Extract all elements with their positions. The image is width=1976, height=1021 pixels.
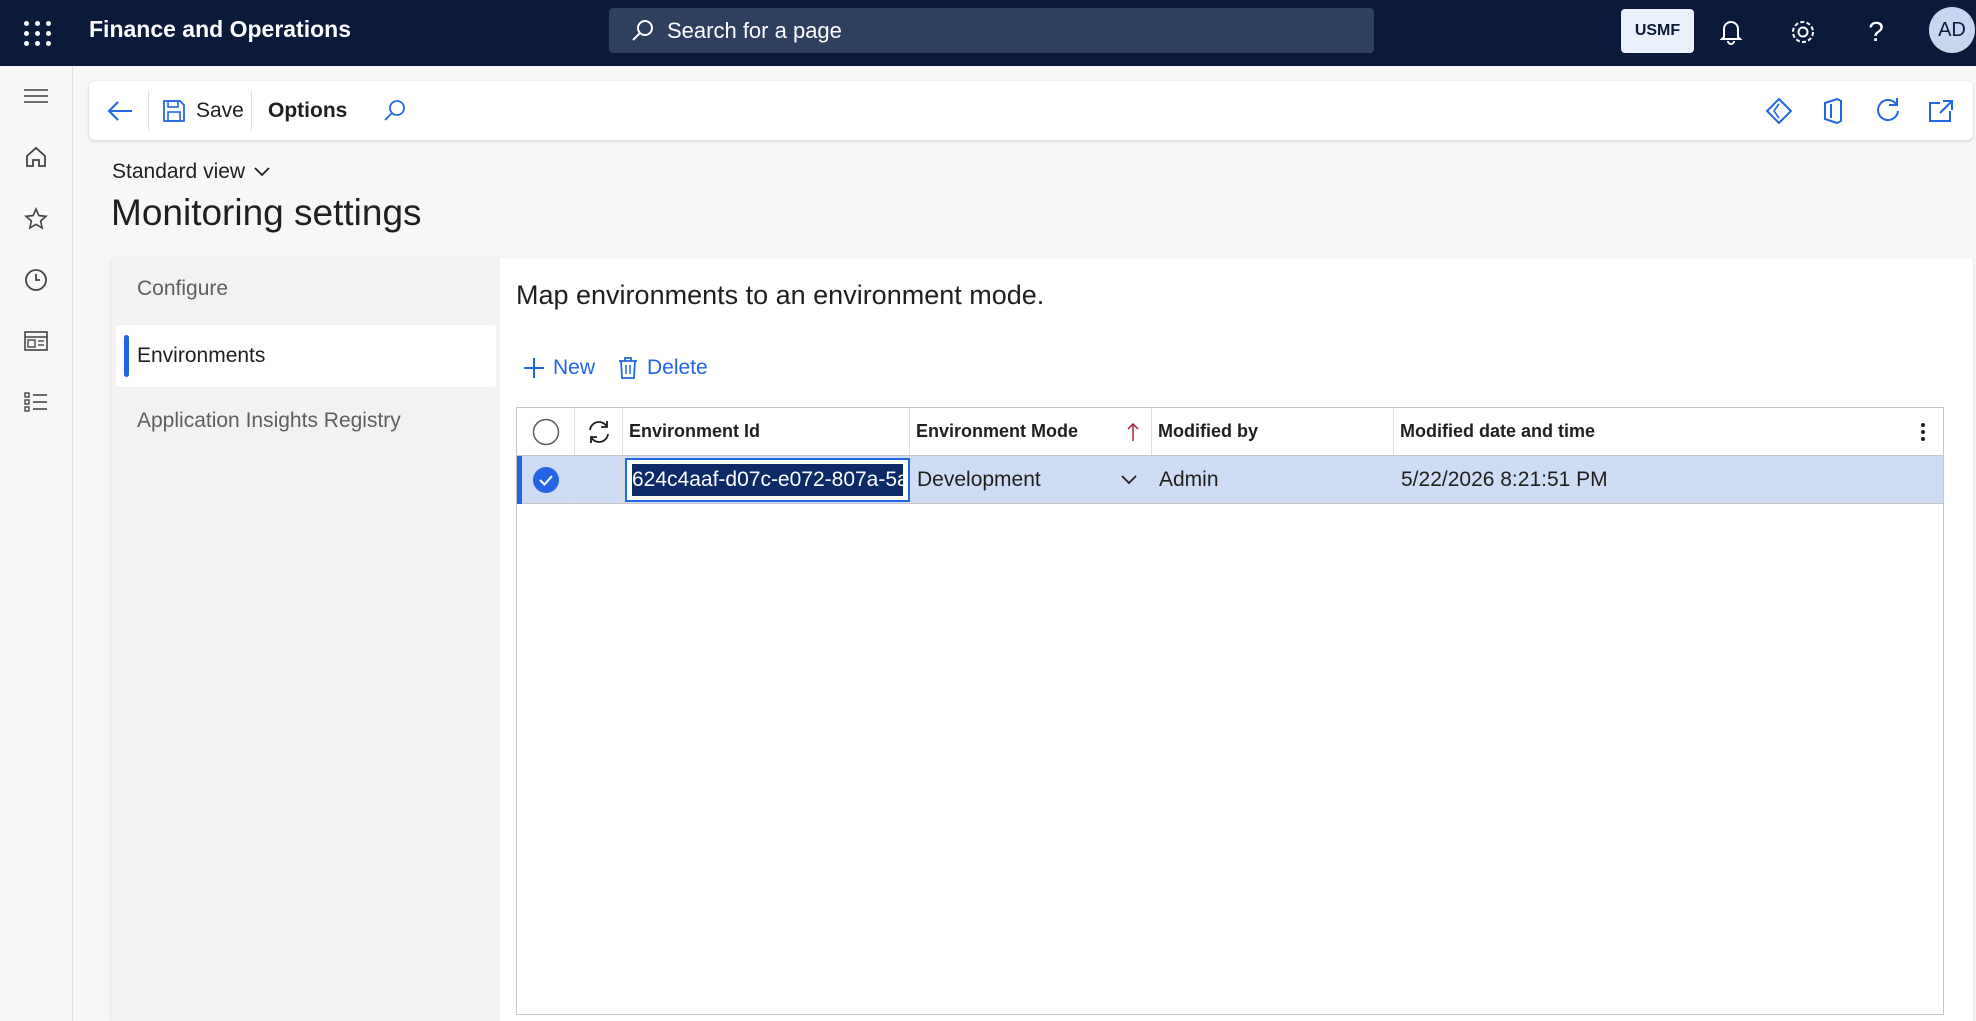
save-button[interactable]: Save	[162, 81, 244, 140]
bell-icon[interactable]	[1713, 14, 1749, 50]
chevron-down-icon	[1121, 474, 1137, 484]
save-disk-icon	[163, 99, 185, 122]
chevron-down-icon	[254, 167, 270, 177]
column-header-modified-date-and-time[interactable]: Modified date and time	[1394, 408, 1943, 455]
row-spacer-cell	[575, 456, 623, 503]
action-search-icon[interactable]	[383, 81, 407, 140]
environment-mode-value: Development	[917, 467, 1041, 491]
more-options-icon[interactable]	[1913, 408, 1943, 455]
app-title: Finance and Operations	[89, 16, 351, 42]
modified-by-cell: Admin	[1159, 467, 1219, 491]
favorites-star-icon[interactable]	[20, 203, 52, 235]
help-icon[interactable]: ?	[1858, 14, 1894, 50]
search-input[interactable]: Search for a page	[609, 8, 1374, 53]
trash-icon	[619, 357, 637, 379]
gear-icon[interactable]	[1785, 14, 1821, 50]
refresh-icon[interactable]	[1875, 81, 1901, 140]
grid-header: Environment Id Environment Mode Modified…	[517, 408, 1943, 456]
separator	[251, 91, 252, 131]
app-launcher-icon[interactable]	[20, 17, 52, 49]
row-selected-checkbox[interactable]	[517, 456, 575, 503]
diamond-icon[interactable]	[1766, 81, 1792, 140]
tab-configure[interactable]: Configure	[116, 258, 496, 320]
view-selector-label: Standard view	[112, 160, 246, 183]
open-in-new-window-icon[interactable]	[1928, 81, 1954, 140]
delete-label: Delete	[647, 356, 708, 379]
recent-clock-icon[interactable]	[20, 264, 52, 296]
sort-ascending-arrow-icon	[1127, 422, 1139, 441]
table-row[interactable]: 624c4aaf-d07c-e072-807a-5a Development A…	[517, 456, 1943, 504]
environment-id-input[interactable]: 624c4aaf-d07c-e072-807a-5a	[625, 458, 910, 502]
page-title: Monitoring settings	[111, 192, 422, 233]
left-navigation	[0, 66, 73, 1021]
modified-datetime-cell: 5/22/2026 8:21:51 PM	[1401, 467, 1608, 491]
search-placeholder: Search for a page	[667, 17, 842, 43]
hamburger-menu-icon[interactable]	[20, 80, 52, 112]
save-label: Save	[196, 98, 244, 122]
grid-refresh-icon[interactable]	[575, 408, 623, 455]
new-label: New	[553, 356, 596, 379]
modules-list-icon[interactable]	[20, 386, 52, 418]
section-heading: Map environments to an environment mode.	[516, 280, 1045, 310]
select-all-checkbox[interactable]	[517, 408, 575, 455]
avatar[interactable]: AD	[1929, 7, 1975, 53]
tab-application-insights-registry[interactable]: Application Insights Registry	[116, 390, 496, 452]
options-tab[interactable]: Options	[268, 81, 347, 140]
company-picker[interactable]: USMF	[1621, 9, 1694, 53]
content-card: Configure Environments Application Insig…	[111, 258, 1973, 1021]
office-icon[interactable]	[1822, 81, 1844, 140]
tab-environments[interactable]: Environments	[116, 325, 496, 387]
workspaces-icon[interactable]	[20, 325, 52, 357]
search-icon	[632, 19, 653, 41]
vertical-tabs: Configure Environments Application Insig…	[111, 258, 500, 1021]
top-bar: Finance and Operations Search for a page…	[0, 0, 1976, 66]
column-header-modified-by[interactable]: Modified by	[1152, 408, 1394, 455]
environments-grid: Environment Id Environment Mode Modified…	[516, 407, 1944, 1015]
column-header-environment-mode[interactable]: Environment Mode	[910, 408, 1152, 455]
home-icon[interactable]	[20, 141, 52, 173]
plus-icon	[524, 358, 544, 378]
column-header-environment-id[interactable]: Environment Id	[623, 408, 910, 455]
delete-button[interactable]: Delete	[618, 350, 708, 386]
column-header-environment-mode-label: Environment Mode	[916, 421, 1079, 441]
back-arrow-icon[interactable]	[107, 81, 133, 140]
new-button[interactable]: New	[523, 350, 595, 386]
environment-id-value: 624c4aaf-d07c-e072-807a-5a	[632, 464, 903, 496]
environment-mode-dropdown[interactable]: Development	[910, 456, 1152, 503]
view-selector[interactable]: Standard view	[112, 160, 271, 184]
action-pane: Save Options	[89, 81, 1973, 140]
separator	[148, 91, 149, 131]
